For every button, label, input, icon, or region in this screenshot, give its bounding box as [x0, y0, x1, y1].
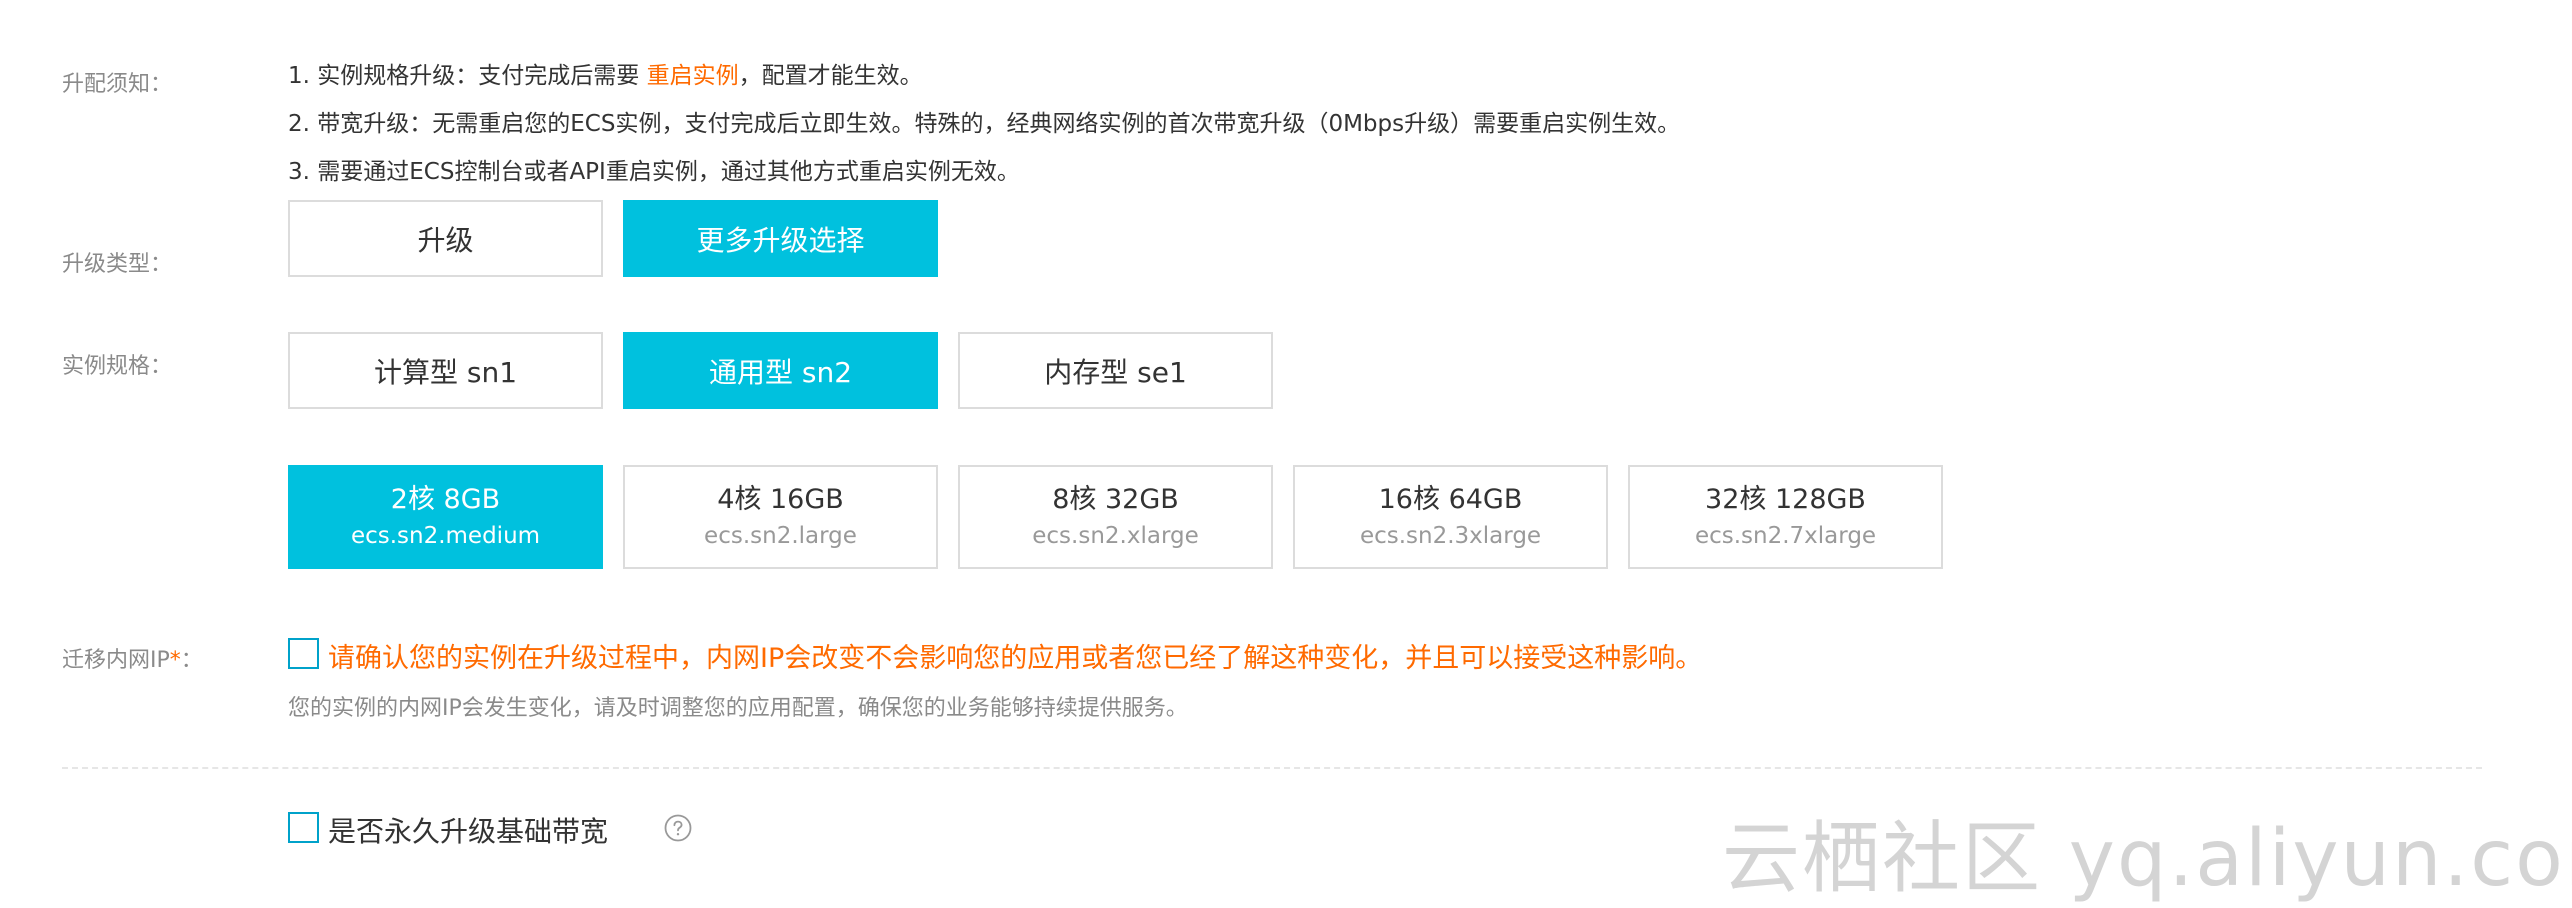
- spec-option-cores-mem: 8核 32GB: [1052, 484, 1179, 515]
- upgrade-type-label: 升级类型：: [62, 252, 173, 277]
- notice-line-1-suffix: ，配置才能生效。: [738, 63, 923, 89]
- spec-option-cores-mem: 2核 8GB: [390, 484, 501, 515]
- spec-option-code: ecs.sn2.medium: [350, 523, 541, 549]
- notice-line-3: 3. 需要通过ECS控制台或者API重启实例，通过其他方式重启实例无效。: [288, 159, 1020, 185]
- spec-option-sn2-7xlarge[interactable]: 32核 128GB ecs.sn2.7xlarge: [1628, 465, 1943, 569]
- upgrade-option-more[interactable]: 更多升级选择: [623, 200, 938, 277]
- notice-line-1-prefix: 1. 实例规格升级：支付完成后需要: [288, 63, 647, 89]
- bandwidth-upgrade-checkbox[interactable]: [288, 812, 319, 843]
- section-divider: [62, 767, 2482, 769]
- migrate-ip-checkbox[interactable]: [288, 638, 319, 669]
- migrate-ip-warning[interactable]: 请确认您的实例在升级过程中，内网IP会改变不会影响您的应用或者您已经了解这种变化…: [328, 636, 1702, 675]
- restart-instance-link[interactable]: 重启实例: [647, 63, 739, 89]
- migrate-ip-label-colon: ：: [180, 648, 203, 673]
- spec-option-code: ecs.sn2.7xlarge: [1694, 523, 1877, 549]
- spec-option-cores-mem: 4核 16GB: [717, 484, 844, 515]
- spec-option-sn2-medium[interactable]: 2核 8GB ecs.sn2.medium: [288, 465, 603, 569]
- spec-option-sn2-xlarge[interactable]: 8核 32GB ecs.sn2.xlarge: [958, 465, 1273, 569]
- spec-option-sn2-large[interactable]: 4核 16GB ecs.sn2.large: [623, 465, 938, 569]
- spec-option-cores-mem: 32核 128GB: [1705, 484, 1866, 515]
- required-star: *: [169, 648, 181, 673]
- notice-line-1: 1. 实例规格升级：支付完成后需要 重启实例，配置才能生效。: [288, 56, 923, 90]
- migrate-ip-hint: 您的实例的内网IP会发生变化，请及时调整您的应用配置，确保您的业务能够持续提供服…: [288, 696, 1188, 721]
- instance-spec-label: 实例规格：: [62, 354, 173, 379]
- upgrade-option-basic[interactable]: 升级: [288, 200, 603, 277]
- question-circle-icon[interactable]: [664, 814, 692, 842]
- migrate-ip-label-text: 迁移内网IP: [62, 648, 170, 673]
- watermark: 云栖社区 yq.aliyun.com: [1722, 814, 2572, 904]
- migrate-ip-label: 迁移内网IP*：: [62, 642, 203, 674]
- family-option-general-sn2[interactable]: 通用型 sn2: [623, 332, 938, 409]
- family-option-compute-sn1[interactable]: 计算型 sn1: [288, 332, 603, 409]
- spec-option-code: ecs.sn2.3xlarge: [1359, 523, 1542, 549]
- notice-line-2: 2. 带宽升级：无需重启您的ECS实例，支付完成后立即生效。特殊的，经典网络实例…: [288, 111, 1681, 137]
- spec-option-code: ecs.sn2.xlarge: [1032, 523, 1199, 549]
- spec-option-code: ecs.sn2.large: [704, 523, 857, 549]
- notice-label: 升配须知：: [62, 72, 173, 97]
- family-option-memory-se1[interactable]: 内存型 se1: [958, 332, 1273, 409]
- bandwidth-upgrade-label[interactable]: 是否永久升级基础带宽: [328, 810, 608, 850]
- spec-option-sn2-3xlarge[interactable]: 16核 64GB ecs.sn2.3xlarge: [1293, 465, 1608, 569]
- spec-option-cores-mem: 16核 64GB: [1378, 484, 1523, 515]
